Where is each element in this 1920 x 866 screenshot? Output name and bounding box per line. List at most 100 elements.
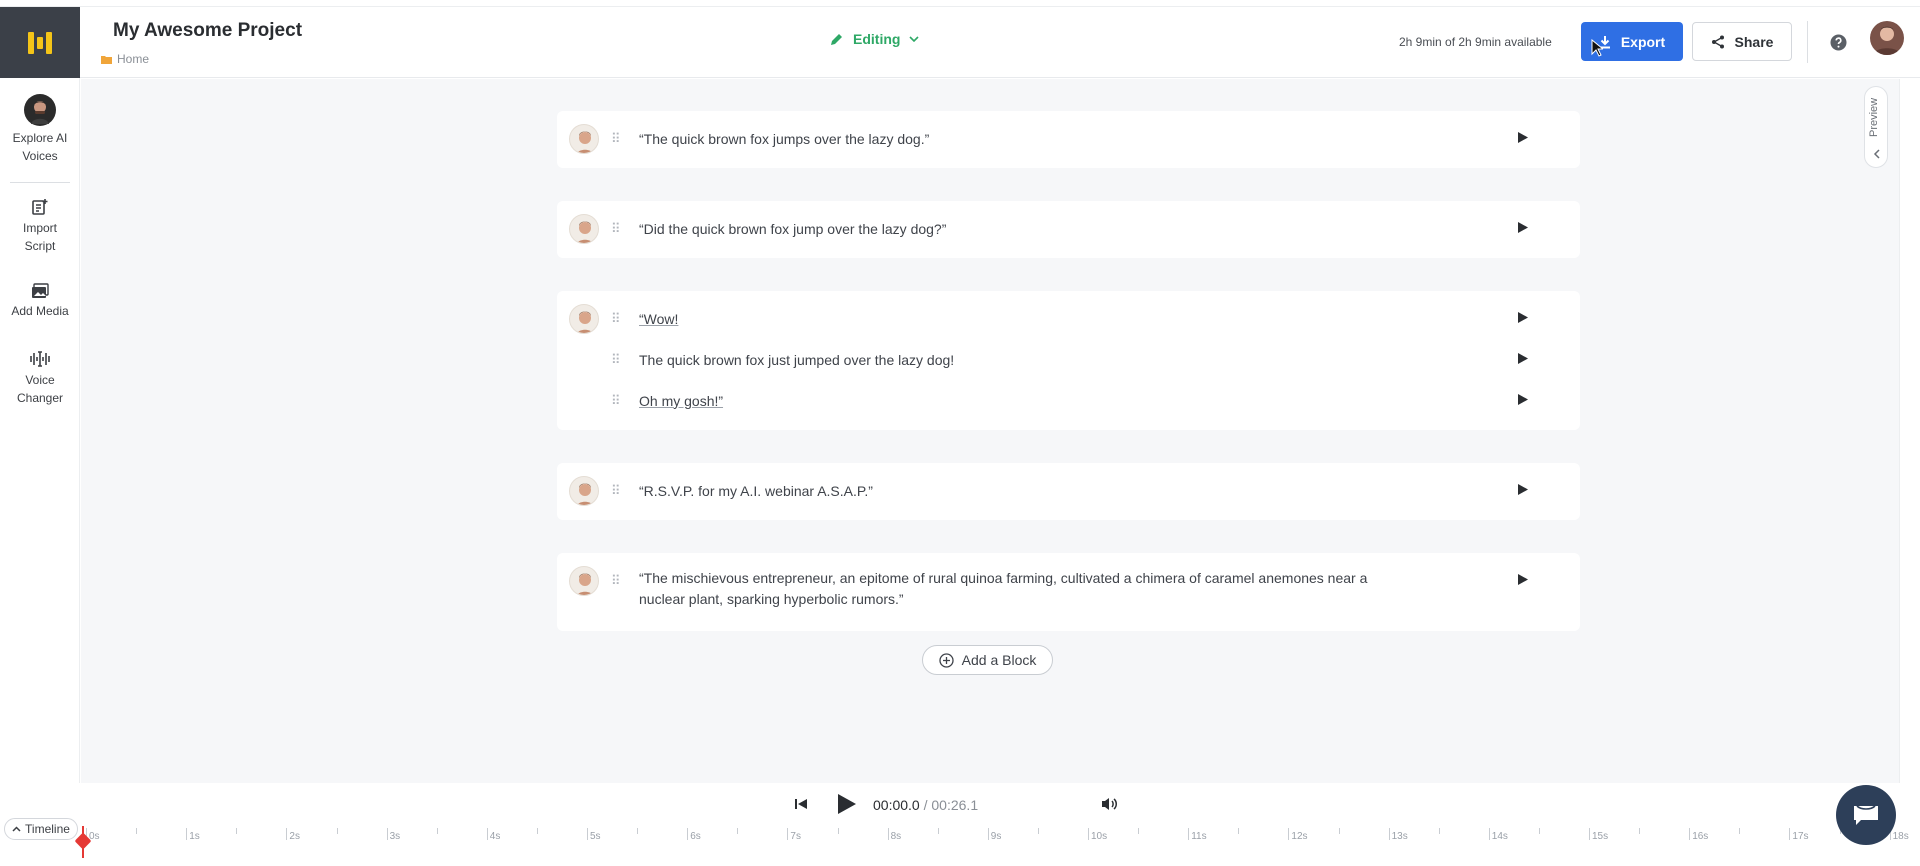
play-icon (838, 794, 856, 814)
timeline-tick-label: 10s (1091, 831, 1108, 842)
block-line[interactable]: ⠿ “The quick brown fox jumps over the la… (557, 123, 1580, 155)
play-line-button[interactable] (1518, 482, 1528, 500)
timeline-tick-label: 15s (1592, 831, 1609, 842)
block-text[interactable]: Oh my gosh!” (639, 391, 723, 412)
timeline-tick-label: 11s (1191, 831, 1207, 842)
mode-dropdown[interactable]: Editing (830, 31, 920, 47)
user-avatar[interactable] (1870, 21, 1904, 55)
script-block[interactable]: ⠿ “Wow! ⠿ The quick brown fox just jumpe… (557, 291, 1580, 430)
play-line-button[interactable] (1518, 220, 1528, 238)
chat-button[interactable] (1836, 785, 1896, 845)
script-block[interactable]: ⠿ “The quick brown fox jumps over the la… (557, 111, 1580, 168)
timeline-toggle[interactable]: Timeline (4, 818, 78, 840)
speaker-avatar[interactable] (569, 566, 599, 596)
chevron-up-icon (12, 826, 21, 832)
timeline-tick-major (1088, 828, 1089, 840)
help-button[interactable] (1830, 34, 1847, 56)
script-block[interactable]: ⠿ “R.S.V.P. for my A.I. webinar A.S.A.P.… (557, 463, 1580, 520)
block-text[interactable]: “The mischievous entrepreneur, an epitom… (639, 568, 1367, 610)
share-button[interactable]: Share (1692, 22, 1792, 61)
sidebar-item-import-script[interactable]: Import Script (0, 198, 80, 255)
play-line-button[interactable] (1518, 392, 1528, 410)
timeline-tick-minor (236, 828, 238, 834)
play-icon (1518, 353, 1528, 364)
timeline-tick-major (1689, 828, 1691, 840)
drag-handle-icon[interactable]: ⠿ (611, 352, 620, 368)
right-rail (1899, 79, 1920, 783)
time-readout: 00:00.0 / 00:26.1 (873, 797, 978, 813)
drag-handle-icon[interactable]: ⠿ (611, 573, 620, 589)
timeline-tick-major (787, 828, 789, 840)
breadcrumb[interactable]: Home (101, 52, 149, 66)
app-logo[interactable] (0, 7, 80, 79)
play-line-button[interactable] (1518, 351, 1528, 369)
sidebar-item-voice-changer[interactable]: Voice Changer (0, 350, 80, 407)
block-text[interactable]: “The quick brown fox jumps over the lazy… (639, 129, 929, 150)
drag-handle-icon[interactable]: ⠿ (611, 483, 620, 499)
timeline-tick-major (1789, 828, 1791, 840)
script-block[interactable]: ⠿ “Did the quick brown fox jump over the… (557, 201, 1580, 258)
timeline-tick-label: 12s (1291, 831, 1308, 842)
play-line-button[interactable] (1518, 130, 1528, 148)
user-avatar-icon (1873, 26, 1901, 55)
timeline-label: Timeline (25, 822, 70, 836)
speaker-avatar[interactable] (569, 124, 599, 154)
block-text[interactable]: “R.S.V.P. for my A.I. webinar A.S.A.P.” (639, 481, 873, 502)
block-text[interactable]: “Did the quick brown fox jump over the l… (639, 219, 946, 240)
play-button[interactable] (837, 793, 857, 820)
add-block-button[interactable]: Add a Block (922, 645, 1053, 675)
breadcrumb-home[interactable]: Home (117, 52, 149, 66)
project-title[interactable]: My Awesome Project (113, 20, 302, 42)
block-line[interactable]: ⠿ “R.S.V.P. for my A.I. webinar A.S.A.P.… (557, 475, 1580, 507)
timeline-tick-label: 8s (890, 831, 902, 842)
sidebar-item-explore-ai-voices[interactable]: Explore AI Voices (0, 94, 80, 165)
speaker-face-icon (577, 483, 593, 505)
voice-changer-icon (30, 351, 50, 367)
timeline-tick-minor (637, 828, 639, 834)
timeline-tick-label: 2s (289, 831, 300, 842)
top-bar: My Awesome Project Home Editing 2h 9min … (0, 6, 1920, 79)
timeline-tick-label: 13s (1391, 831, 1408, 842)
timeline-tick-label: 4s (489, 831, 501, 842)
timeline-tick-major (1589, 828, 1590, 840)
speaker-avatar[interactable] (569, 214, 599, 244)
skip-back-button[interactable] (795, 797, 807, 815)
timeline-ruler[interactable]: 0s 1s 2s 3s 4s 5s 6s 7s 8s 9s 10s 11s 12s 13s 14s 15s 16… (82, 826, 1920, 866)
speaker-avatar[interactable] (569, 476, 599, 506)
script-block[interactable]: ⠿ “The mischievous entrepreneur, an epit… (557, 553, 1580, 631)
play-icon (1518, 574, 1528, 585)
speaker-avatar[interactable] (569, 304, 599, 334)
preview-toggle[interactable]: Preview (1864, 86, 1888, 168)
sidebar-item-add-media[interactable]: Add Media (0, 283, 80, 320)
availability-text: 2h 9min of 2h 9min available (1399, 35, 1552, 49)
drag-handle-icon[interactable]: ⠿ (611, 221, 620, 237)
block-text[interactable]: “Wow! (639, 309, 678, 330)
timeline-tick-major (186, 828, 188, 840)
block-line[interactable]: ⠿ “Did the quick brown fox jump over the… (557, 213, 1580, 245)
pencil-icon (831, 34, 842, 45)
timeline-tick-label: 17s (1792, 831, 1809, 842)
block-text-line: nuclear plant, sparking hyperbolic rumor… (639, 591, 904, 607)
sidebar-divider (10, 182, 70, 183)
timeline-tick-major (887, 828, 889, 840)
chat-icon (1854, 805, 1878, 825)
play-icon (1518, 132, 1528, 143)
block-line[interactable]: ⠿ The quick brown fox just jumped over t… (557, 344, 1580, 376)
block-line[interactable]: ⠿ Oh my gosh!” (557, 385, 1580, 417)
timeline-tick-minor (1438, 828, 1440, 834)
timeline-tick-minor (1639, 828, 1641, 834)
timeline-tick-label: 6s (690, 831, 701, 842)
block-line[interactable]: ⠿ “Wow! (557, 303, 1580, 335)
drag-handle-icon[interactable]: ⠿ (611, 131, 620, 147)
play-line-button[interactable] (1518, 572, 1528, 590)
speaker-face-icon (577, 573, 593, 595)
timeline-tick-minor (1538, 828, 1540, 834)
play-line-button[interactable] (1518, 310, 1528, 328)
drag-handle-icon[interactable]: ⠿ (611, 311, 620, 327)
drag-handle-icon[interactable]: ⠿ (611, 393, 620, 409)
timeline-tick-major (486, 828, 488, 840)
timeline-tick-label: 18s (1892, 831, 1909, 842)
volume-button[interactable] (1102, 797, 1118, 816)
timeline-tick-minor (436, 828, 438, 834)
block-text[interactable]: The quick brown fox just jumped over the… (639, 350, 954, 371)
